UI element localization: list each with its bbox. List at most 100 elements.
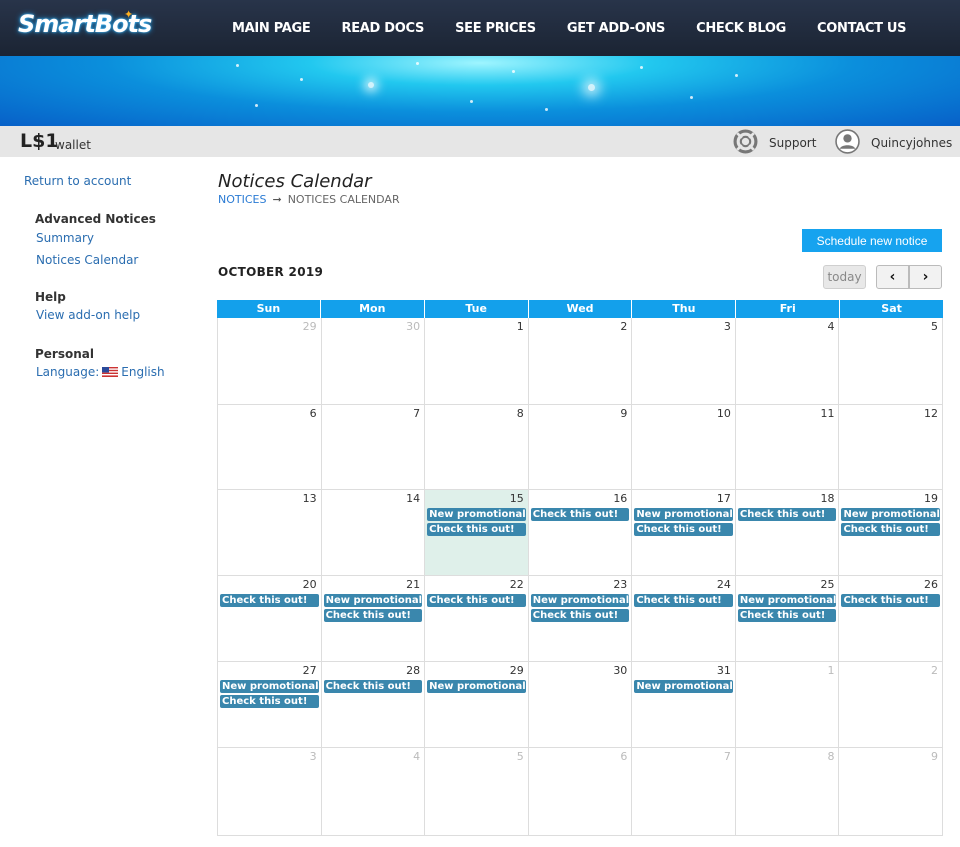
calendar-day-cell[interactable]: 7	[632, 748, 736, 836]
return-to-account-link[interactable]: Return to account	[24, 174, 131, 188]
calendar-day-cell[interactable]: 30	[528, 662, 633, 748]
calendar-day-cell[interactable]: 8	[425, 405, 529, 490]
calendar-day-cell[interactable]: 1	[425, 318, 529, 405]
calendar-event[interactable]: New promotional offer	[530, 594, 630, 607]
calendar-day-cell[interactable]: 6	[528, 748, 633, 836]
calendar-event[interactable]: Check this out!	[323, 609, 423, 622]
day-number: 12	[924, 407, 939, 420]
calendar-event[interactable]: Check this out!	[634, 594, 733, 607]
day-number: 29	[302, 320, 317, 333]
sidebar-item-notices-calendar[interactable]: Notices Calendar	[36, 253, 138, 267]
sidebar-item-summary[interactable]: Summary	[36, 231, 94, 245]
calendar-event[interactable]: Check this out!	[841, 523, 941, 536]
calendar-event[interactable]: New promotional offer	[737, 594, 837, 607]
calendar-day-cell[interactable]: 30	[321, 318, 426, 405]
nav-read-docs[interactable]: READ DOCS	[342, 21, 425, 36]
calendar-day-cell[interactable]: 23 New promotional offer Check this out!	[528, 576, 633, 662]
today-button[interactable]: today	[823, 265, 866, 289]
calendar-day-cell[interactable]: 6	[218, 405, 322, 490]
calendar-day-cell[interactable]: 9	[839, 748, 944, 836]
day-number: 8	[516, 407, 524, 420]
calendar-day-cell[interactable]: 27 New promotional offer Check this out!	[218, 662, 322, 748]
calendar-day-cell[interactable]: 26 Check this out!	[839, 576, 944, 662]
sidebar-heading-help: Help	[35, 290, 66, 304]
calendar-day-cell[interactable]: 21 New promotional offer Check this out!	[321, 576, 426, 662]
calendar-day-cell[interactable]: 29 New promotional offer	[425, 662, 529, 748]
calendar-event[interactable]: New promotional offer	[427, 680, 526, 693]
username[interactable]: Quincyjohnes	[871, 136, 952, 150]
calendar-event[interactable]: Check this out!	[530, 508, 630, 521]
calendar-day-cell[interactable]: 28 Check this out!	[321, 662, 426, 748]
calendar-event[interactable]: Check this out!	[634, 523, 733, 536]
nav-check-blog[interactable]: CHECK BLOG	[696, 21, 786, 36]
calendar-event[interactable]: New promotional offer	[841, 508, 941, 521]
day-number: 7	[723, 750, 731, 763]
calendar-day-cell[interactable]: 4	[735, 318, 840, 405]
calendar-event[interactable]: Check this out!	[220, 594, 319, 607]
calendar-day-cell[interactable]: 4	[321, 748, 426, 836]
calendar-day-cell[interactable]: 12	[839, 405, 944, 490]
day-number: 29	[509, 664, 524, 677]
lifebuoy-icon[interactable]	[733, 129, 758, 154]
day-number: 13	[302, 492, 317, 505]
breadcrumb-notices[interactable]: NOTICES	[218, 193, 266, 206]
calendar-day-cell[interactable]: 14	[321, 490, 426, 576]
schedule-new-notice-button[interactable]: Schedule new notice	[802, 229, 942, 252]
calendar-week: 6 7 8 9 10 11 12	[217, 405, 944, 490]
calendar-event[interactable]: Check this out!	[427, 594, 526, 607]
calendar-event[interactable]: Check this out!	[841, 594, 941, 607]
calendar-day-cell[interactable]: 2	[528, 318, 633, 405]
user-avatar-icon[interactable]	[835, 129, 860, 154]
prev-month-button[interactable]: ‹	[876, 265, 909, 289]
calendar-day-cell[interactable]: 25 New promotional offer Check this out!	[735, 576, 840, 662]
calendar-day-cell[interactable]: 13	[218, 490, 322, 576]
calendar-day-cell[interactable]: 2	[839, 662, 944, 748]
next-month-button[interactable]: ›	[909, 265, 942, 289]
day-header-sun: Sun	[217, 300, 321, 318]
sidebar-heading-personal: Personal	[35, 347, 94, 361]
calendar-day-cell[interactable]: 9	[528, 405, 633, 490]
calendar-day-cell[interactable]: 24 Check this out!	[632, 576, 736, 662]
day-number: 10	[716, 407, 731, 420]
calendar-event[interactable]: Check this out!	[427, 523, 526, 536]
calendar-event[interactable]: New promotional offer	[634, 508, 733, 521]
calendar-event[interactable]: New promotional offer	[220, 680, 319, 693]
nav-main-page[interactable]: MAIN PAGE	[232, 21, 311, 36]
calendar-day-cell[interactable]: 3	[218, 748, 322, 836]
calendar-event[interactable]: Check this out!	[737, 508, 837, 521]
nav-get-addons[interactable]: GET ADD-ONS	[567, 21, 666, 36]
calendar-day-cell[interactable]: 19 New promotional offer Check this out!	[839, 490, 944, 576]
calendar-day-cell[interactable]: 11	[735, 405, 840, 490]
calendar-event[interactable]: New promotional offer	[323, 594, 423, 607]
calendar-day-cell[interactable]: 8	[735, 748, 840, 836]
calendar-day-cell[interactable]: 18 Check this out!	[735, 490, 840, 576]
calendar-day-cell[interactable]: 15 New promotional offer Check this out!	[425, 490, 529, 576]
calendar-event[interactable]: Check this out!	[737, 609, 837, 622]
nav-see-prices[interactable]: SEE PRICES	[455, 21, 536, 36]
nav-contact-us[interactable]: CONTACT US	[817, 21, 907, 36]
hero-banner	[0, 56, 960, 126]
calendar-day-cell[interactable]: 22 Check this out!	[425, 576, 529, 662]
support-link[interactable]: Support	[769, 136, 816, 150]
sidebar-item-view-addon-help[interactable]: View add-on help	[36, 308, 140, 322]
calendar-day-cell[interactable]: 1	[735, 662, 840, 748]
calendar-day-cell[interactable]: 16 Check this out!	[528, 490, 633, 576]
calendar-day-cell[interactable]: 7	[321, 405, 426, 490]
calendar-day-cell[interactable]: 5	[839, 318, 944, 405]
calendar-week: 3 4 5 6 7 8 9	[217, 748, 944, 836]
day-number: 2	[620, 320, 628, 333]
calendar-event[interactable]: New promotional offer	[634, 680, 733, 693]
calendar-day-cell[interactable]: 5	[425, 748, 529, 836]
day-number: 21	[406, 578, 421, 591]
calendar-event[interactable]: New promotional offer	[427, 508, 526, 521]
calendar-day-cell[interactable]: 20 Check this out!	[218, 576, 322, 662]
calendar-day-cell[interactable]: 31 New promotional offer	[632, 662, 736, 748]
calendar-day-cell[interactable]: 3	[632, 318, 736, 405]
calendar-event[interactable]: Check this out!	[220, 695, 319, 708]
calendar-day-cell[interactable]: 17 New promotional offer Check this out!	[632, 490, 736, 576]
calendar-day-cell[interactable]: 10	[632, 405, 736, 490]
language-selector[interactable]: Language: English	[36, 365, 165, 379]
calendar-day-cell[interactable]: 29	[218, 318, 322, 405]
calendar-event[interactable]: Check this out!	[530, 609, 630, 622]
calendar-event[interactable]: Check this out!	[323, 680, 423, 693]
